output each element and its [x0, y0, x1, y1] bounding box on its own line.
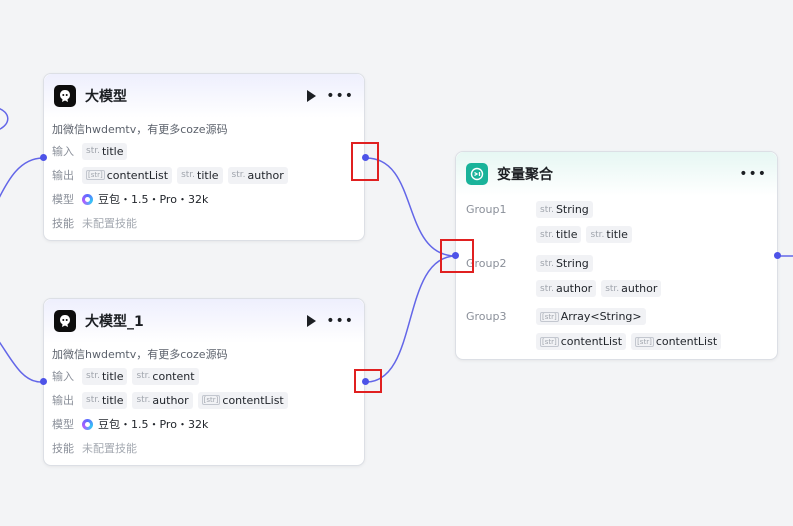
model-name: 豆包・1.5・Pro・32k — [98, 418, 209, 431]
node2-input-port[interactable] — [40, 378, 47, 385]
llm-icon — [54, 310, 76, 332]
play-icon[interactable] — [307, 90, 317, 102]
input-tag: str. content — [132, 367, 199, 385]
input-tag: str. title — [82, 367, 128, 385]
group-var-tag: str. title — [586, 226, 632, 243]
output-tag: [str] contentList — [197, 391, 288, 409]
skill-label: 技能 — [52, 442, 74, 455]
doubao-logo-icon — [82, 418, 93, 430]
model-row: 模型 豆包・1.5・Pro・32k — [44, 412, 364, 436]
aggregator-icon — [466, 163, 488, 185]
model-label: 模型 — [52, 418, 74, 431]
node-header: 大模型 ••• — [44, 74, 364, 118]
input-tag: str. title — [82, 142, 128, 160]
group-name: Group3 — [466, 310, 507, 323]
node-title: 大模型 — [85, 89, 127, 105]
llm-node-2[interactable]: 大模型_1 ••• 加微信hwdemtv，有更多coze源码 输入 str. ti… — [43, 298, 365, 466]
play-icon[interactable] — [307, 315, 317, 327]
output-tag: str. title — [177, 166, 223, 184]
variable-aggregator-node[interactable]: 变量聚合 ••• Group1 str. String str. title str… — [455, 151, 778, 360]
group-var-tag: [str] contentList — [631, 333, 722, 350]
output-tag: str. author — [227, 166, 288, 184]
output-label: 输出 — [52, 169, 74, 182]
group-name: Group1 — [466, 203, 507, 216]
llm-node-1[interactable]: 大模型 ••• 加微信hwdemtv，有更多coze源码 输入 str. titl… — [43, 73, 365, 241]
output-label: 输出 — [52, 394, 74, 407]
node-header: 大模型_1 ••• — [44, 299, 364, 343]
skill-row: 技能 未配置技能 — [44, 436, 364, 460]
group-type-tag: str. String — [536, 201, 593, 218]
group-type-tag: str. String — [536, 255, 593, 272]
doubao-logo-icon — [82, 193, 93, 205]
output-tag: str. title — [82, 391, 128, 409]
llm-icon — [54, 85, 76, 107]
wire-left-loop — [0, 108, 9, 130]
highlight-node2-output — [354, 369, 382, 393]
aggregator-output-port[interactable] — [774, 252, 781, 259]
node-header: 变量聚合 ••• — [456, 152, 777, 196]
wire-left-to-node1 — [0, 157, 44, 198]
group-var-tag: [str] contentList — [536, 333, 627, 350]
node-description: 加微信hwdemtv，有更多coze源码 — [52, 123, 228, 136]
output-tag: str. author — [132, 391, 193, 409]
group-vars-row: str. title str. title — [456, 222, 777, 247]
group-var-tag: str. author — [536, 280, 597, 297]
group-name: Group2 — [466, 257, 507, 270]
output-tag: [str] contentList — [82, 166, 173, 184]
input-label: 输入 — [52, 370, 74, 383]
group-var-tag: str. author — [601, 280, 662, 297]
group-var-tag: str. title — [536, 226, 582, 243]
node-title: 大模型_1 — [85, 314, 144, 330]
model-label: 模型 — [52, 193, 74, 206]
group-vars-row: [str] contentList [str] contentList — [456, 329, 777, 354]
output-row: 输出 [str] contentList str. title str. author — [44, 163, 364, 187]
group-type-row: Group2 str. String — [456, 251, 777, 276]
skill-value: 未配置技能 — [82, 217, 137, 230]
highlight-node1-output — [351, 142, 379, 181]
skill-row: 技能 未配置技能 — [44, 211, 364, 235]
more-icon[interactable]: ••• — [326, 314, 354, 328]
skill-label: 技能 — [52, 217, 74, 230]
group-type-row: Group1 str. String — [456, 197, 777, 222]
more-icon[interactable]: ••• — [326, 89, 354, 103]
more-icon[interactable]: ••• — [739, 167, 767, 181]
skill-value: 未配置技能 — [82, 442, 137, 455]
group-vars-row: str. author str. author — [456, 276, 777, 301]
group-type-row: Group3 [str] Array<String> — [456, 304, 777, 329]
node-description: 加微信hwdemtv，有更多coze源码 — [52, 348, 228, 361]
node-title: 变量聚合 — [497, 167, 553, 183]
input-row: 输入 str. title — [44, 139, 364, 163]
wire-node2-to-aggregator — [365, 255, 457, 383]
input-row: 输入 str. title str. content — [44, 364, 364, 388]
group-type-tag: [str] Array<String> — [536, 308, 646, 325]
input-label: 输入 — [52, 145, 74, 158]
model-name: 豆包・1.5・Pro・32k — [98, 193, 209, 206]
highlight-aggregator-input — [440, 239, 474, 273]
node1-input-port[interactable] — [40, 154, 47, 161]
model-row: 模型 豆包・1.5・Pro・32k — [44, 187, 364, 211]
wire-left-to-node2 — [0, 341, 42, 383]
output-row: 输出 str. title str. author [str] contentList — [44, 388, 364, 412]
